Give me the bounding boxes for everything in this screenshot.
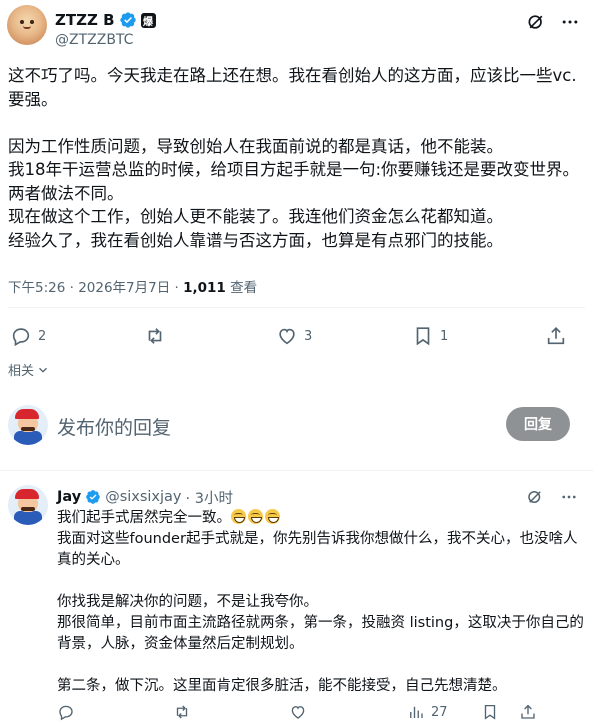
views-count: 27 xyxy=(431,704,448,720)
reply-timestamp[interactable]: · 3小时 xyxy=(186,487,233,508)
view-count: 1,011 xyxy=(183,280,226,296)
share-button[interactable] xyxy=(545,324,567,348)
share-icon xyxy=(547,327,565,345)
tweet-text: 这不巧了吗。今天我走在路上还在想。我在看创始人的这方面，应该比一些vc.要强。 … xyxy=(8,64,588,252)
reply-count: 2 xyxy=(38,328,47,344)
tweet-paragraph: 因为工作性质问题，导致创始人在我面前说的都是真话，他不能装。 xyxy=(8,136,503,156)
author-display-name[interactable]: ZTZZ B xyxy=(55,11,115,29)
reply-composer: 发布你的回复 回复 xyxy=(0,396,593,458)
affiliate-badge-icon: 爆 xyxy=(140,12,156,28)
author-name-row: ZTZZ B 爆 xyxy=(55,10,156,30)
retweet-button[interactable] xyxy=(173,700,191,724)
avatar[interactable] xyxy=(8,485,48,525)
like-button[interactable] xyxy=(289,700,307,724)
reply-paragraph: 你找我是解决你的问题，不是让我夸你。 xyxy=(57,594,318,610)
reply-button[interactable]: 2 xyxy=(10,324,46,348)
related-toggle[interactable]: 相关 xyxy=(8,360,50,379)
share-icon xyxy=(521,704,535,719)
more-options-icon[interactable] xyxy=(560,488,578,506)
retweet-button[interactable] xyxy=(144,324,172,348)
reply-line: 我们起手式居然完全一致。 xyxy=(57,510,231,526)
like-count: 3 xyxy=(304,328,313,344)
reply-author-handle[interactable]: @sixsixjay xyxy=(105,489,181,505)
bookmark-icon xyxy=(416,327,430,346)
reply-icon xyxy=(12,328,30,347)
divider xyxy=(8,307,585,308)
reply-paragraph: 我面对这些founder起手式就是，你先别告诉我你想做什么，我不关心，也没啥人真… xyxy=(57,531,578,568)
grinning-emoji-icon xyxy=(231,509,246,524)
reply-text: 我们起手式居然完全一致。 我面对这些founder起手式就是，你先别告诉我你想做… xyxy=(57,508,585,697)
tweet-paragraph: 现在做这个工作，创始人更不能装了。我连他们资金怎么花都知道。 xyxy=(8,207,503,226)
divider xyxy=(0,470,593,471)
reply-submit-button[interactable]: 回复 xyxy=(506,407,570,441)
analytics-icon xyxy=(410,706,423,718)
reply-action-bar: 27 xyxy=(57,700,585,722)
view-label: 查看 xyxy=(225,280,258,296)
heart-icon xyxy=(291,706,305,719)
grok-icon[interactable] xyxy=(526,12,546,32)
avatar xyxy=(8,405,48,445)
bookmark-icon xyxy=(484,704,496,720)
grinning-emoji-icon xyxy=(248,509,263,524)
reply-paragraph: 我们起手式居然完全一致。 xyxy=(57,508,585,529)
like-button[interactable]: 3 xyxy=(276,324,312,348)
chevron-down-icon xyxy=(39,367,47,373)
action-bar: 2 3 1 xyxy=(8,324,585,348)
reply-icon xyxy=(59,705,73,721)
reply-author-row: Jay @sixsixjay · 3小时 xyxy=(57,487,233,507)
author-handle[interactable]: @ZTZZBTC xyxy=(55,32,133,48)
tweet-paragraph: 我18年干运营总监的时候，给项目方起手就是一句:你要赚钱还是要改变世界。两者做法… xyxy=(8,160,580,203)
views-button[interactable]: 27 xyxy=(407,700,448,724)
reply-paragraph: 那很简单，目前市面主流路径就两条，第一条，投融资 listing，这取决于你自己… xyxy=(57,615,584,652)
tweet-meta: 下午5:26 · 2026年7月7日 · 1,011 查看 xyxy=(8,276,257,296)
reply-author-name[interactable]: Jay xyxy=(57,489,81,505)
bookmark-button[interactable] xyxy=(481,700,499,724)
tweet-paragraph: 经验久了，我在看创始人靠谱与否这方面，也算是有点邪门的技能。 xyxy=(8,230,503,250)
retweet-icon xyxy=(148,328,162,344)
heart-icon xyxy=(279,328,295,345)
reply-button[interactable] xyxy=(57,700,75,724)
grinning-emoji-icon xyxy=(265,509,280,524)
avatar[interactable] xyxy=(7,5,47,45)
verified-badge-icon xyxy=(86,490,101,504)
avatar-face xyxy=(17,17,37,31)
tweet-timestamp[interactable]: 下午5:26 · 2026年7月7日 · xyxy=(8,280,183,296)
verified-badge-icon xyxy=(119,12,136,28)
grok-icon[interactable] xyxy=(526,488,544,506)
related-label: 相关 xyxy=(8,364,35,379)
reply-input[interactable]: 发布你的回复 xyxy=(57,413,171,440)
bookmark-count: 1 xyxy=(440,328,449,344)
more-options-icon[interactable] xyxy=(560,12,580,32)
share-button[interactable] xyxy=(519,700,537,724)
reply-paragraph: 第二条，做下沉。这里面肯定很多脏活，能不能接受，自己先想清楚。 xyxy=(57,678,507,694)
retweet-icon xyxy=(176,705,188,719)
bookmark-button[interactable]: 1 xyxy=(412,324,448,348)
tweet-paragraph: 这不巧了吗。今天我走在路上还在想。我在看创始人的这方面，应该比一些vc.要强。 xyxy=(8,66,577,109)
